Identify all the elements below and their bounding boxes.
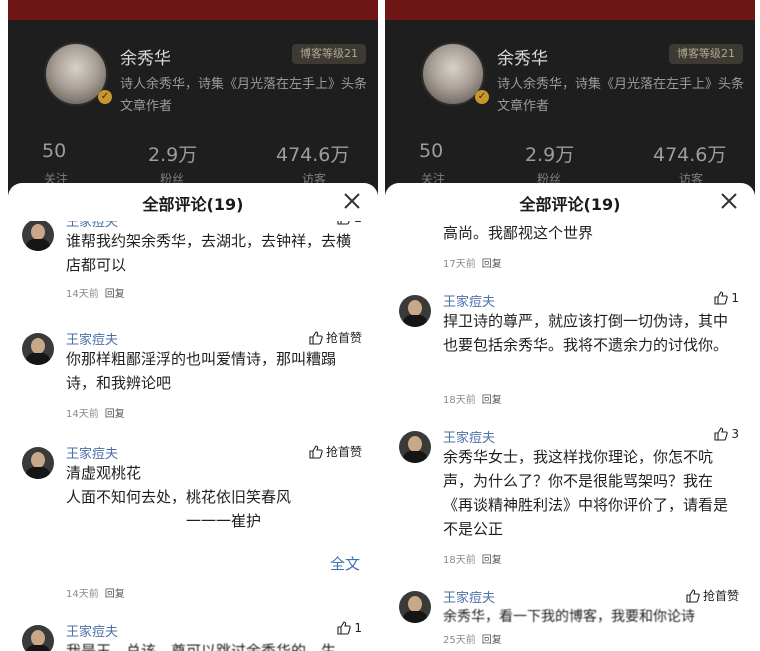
comment-meta: 25天前 回复 <box>443 631 502 646</box>
comment-text: 我是王，总该，尊可以跳过余秀华的…生 <box>66 642 337 651</box>
comment-text: 高尚。我鄙视这个世界 <box>443 224 594 242</box>
like-label: 抢首赞 <box>325 331 362 345</box>
reply-button[interactable]: 回复 <box>105 289 125 300</box>
thumbs-up-icon <box>309 444 323 459</box>
left-screenshot-panel: ✓ 余秀华 博客等级21 诗人余秀华，诗集《月光落在左手上》头条文章作者 50 … <box>8 0 378 651</box>
profile-name: 余秀华 <box>120 49 171 69</box>
like-button[interactable]: 抢首赞 <box>309 443 362 460</box>
reply-button[interactable]: 回复 <box>482 259 502 270</box>
comment-time: 14天前 <box>66 409 99 420</box>
close-icon[interactable] <box>340 189 364 213</box>
thumbs-up-icon <box>309 330 323 345</box>
like-count: 1 <box>354 621 362 635</box>
comment-time: 17天前 <box>443 259 476 270</box>
commenter-avatar[interactable] <box>399 431 431 463</box>
comment-time: 18天前 <box>443 555 476 566</box>
reply-button[interactable]: 回复 <box>482 395 502 406</box>
commenter-name[interactable]: 王家痘夫 <box>443 291 495 310</box>
close-icon[interactable] <box>717 189 741 213</box>
thumbs-up-icon <box>714 427 729 441</box>
comment-time: 18天前 <box>443 395 476 406</box>
comment-text: 谁帮我约架余秀华，去湖北，去钟祥，去横店都可以 <box>66 232 352 274</box>
status-bar <box>8 0 378 20</box>
comments-title: 全部评论(19) <box>519 195 621 214</box>
like-count: 2 <box>354 221 362 225</box>
commenter-name[interactable]: 王家痘夫 <box>66 443 118 462</box>
thumbs-up-icon <box>686 588 700 603</box>
comment-text: 捍卫诗的尊严，就应该打倒一切伪诗，其中也要包括余秀华。我将不遗余力的讨伐你。 <box>443 312 729 354</box>
blog-level-badge: 博客等级21 <box>292 44 366 64</box>
profile-bio: 诗人余秀华，诗集《月光落在左手上》头条文章作者 <box>120 77 368 114</box>
comment-text: 你那样粗鄙淫浮的也叫爱情诗，那叫糟蹋诗，和我辨论吧 <box>66 350 337 392</box>
like-button[interactable]: 抢首赞 <box>309 329 362 346</box>
comment-meta: 18天前 回复 <box>443 551 502 566</box>
reply-button[interactable]: 回复 <box>482 555 502 566</box>
like-count: 1 <box>731 291 739 305</box>
comment-time: 25天前 <box>443 635 476 646</box>
visitors-count: 474.6万 <box>276 144 350 166</box>
following-count[interactable]: 50 <box>42 140 66 162</box>
visitors-count: 474.6万 <box>653 144 727 166</box>
comment-meta: 14天前 回复 <box>66 585 125 600</box>
comment-text: 余秀华，看一下我的博客，我要和你论诗 <box>443 609 695 625</box>
comments-list: 王家痘夫 2 谁帮我约架余秀华，去湖北，去钟祥，去横店都可以 14天前回复 王家… <box>8 221 378 651</box>
comment-text: 清虚观桃花 人面不知何去处，桃花依旧笑春风 一一一崔护 <box>66 464 292 530</box>
commenter-name[interactable]: 王家痘夫 <box>443 587 495 606</box>
reply-button[interactable]: 回复 <box>105 589 125 600</box>
comments-list: 高尚。我鄙视这个世界 17天前 回复 王家痘夫 1 捍卫诗的尊严，就应该打倒一切伪… <box>385 221 755 651</box>
comment-text: 余秀华女士，我这样找你理论，你怎不吭声，为什么了？你不是很能骂架吗？我在《再谈精… <box>443 448 729 538</box>
commenter-avatar[interactable] <box>22 333 54 365</box>
comments-title: 全部评论(19) <box>142 195 244 214</box>
like-button[interactable]: 1 <box>337 621 362 635</box>
comment-meta: 14天前 回复 <box>66 285 125 300</box>
full-text-link[interactable]: 全文 <box>330 553 360 574</box>
commenter-name[interactable]: 王家痘夫 <box>443 427 495 446</box>
comment-meta: 14天前 回复 <box>66 405 125 420</box>
verified-badge-icon: ✓ <box>98 90 112 104</box>
reply-button[interactable]: 回复 <box>482 635 502 646</box>
commenter-avatar[interactable] <box>22 625 54 651</box>
like-button[interactable]: 3 <box>714 427 739 441</box>
commenter-avatar[interactable] <box>22 221 54 251</box>
like-button[interactable]: 1 <box>714 291 739 305</box>
status-bar <box>385 0 755 20</box>
commenter-avatar[interactable] <box>399 591 431 623</box>
reply-button[interactable]: 回复 <box>105 409 125 420</box>
like-label: 抢首赞 <box>702 589 739 603</box>
like-count: 3 <box>731 427 739 441</box>
thumbs-up-icon <box>337 221 351 225</box>
comment-meta: 18天前 回复 <box>443 391 502 406</box>
following-count[interactable]: 50 <box>419 140 443 162</box>
profile-bio: 诗人余秀华，诗集《月光落在左手上》头条文章作者 <box>497 77 745 114</box>
thumbs-up-icon <box>337 621 352 635</box>
commenter-avatar[interactable] <box>399 295 431 327</box>
comments-sheet: 全部评论(19) 高尚。我鄙视这个世界 17天前 回复 王家痘夫 1 捍卫诗的尊严… <box>385 183 755 651</box>
right-screenshot-panel: ✓ 余秀华 博客等级21 诗人余秀华，诗集《月光落在左手上》头条文章作者 50 … <box>385 0 755 651</box>
commenter-name[interactable]: 王家痘夫 <box>66 621 118 640</box>
like-button[interactable]: 2 <box>337 221 362 225</box>
fans-count[interactable]: 2.9万 <box>525 140 574 167</box>
profile-name: 余秀华 <box>497 49 548 69</box>
fans-count[interactable]: 2.9万 <box>148 140 197 167</box>
commenter-name[interactable]: 王家痘夫 <box>66 329 118 348</box>
comment-meta: 17天前 回复 <box>443 255 502 270</box>
comment-time: 14天前 <box>66 289 99 300</box>
commenter-avatar[interactable] <box>22 447 54 479</box>
verified-badge-icon: ✓ <box>475 90 489 104</box>
comments-sheet: 全部评论(19) 王家痘夫 2 谁帮我约架余秀华，去湖北，去钟祥，去横店都可以 … <box>8 183 378 651</box>
thumbs-up-icon <box>714 291 729 305</box>
like-button[interactable]: 抢首赞 <box>686 587 739 604</box>
like-label: 抢首赞 <box>325 445 362 459</box>
blog-level-badge: 博客等级21 <box>669 44 743 64</box>
comment-time: 14天前 <box>66 589 99 600</box>
